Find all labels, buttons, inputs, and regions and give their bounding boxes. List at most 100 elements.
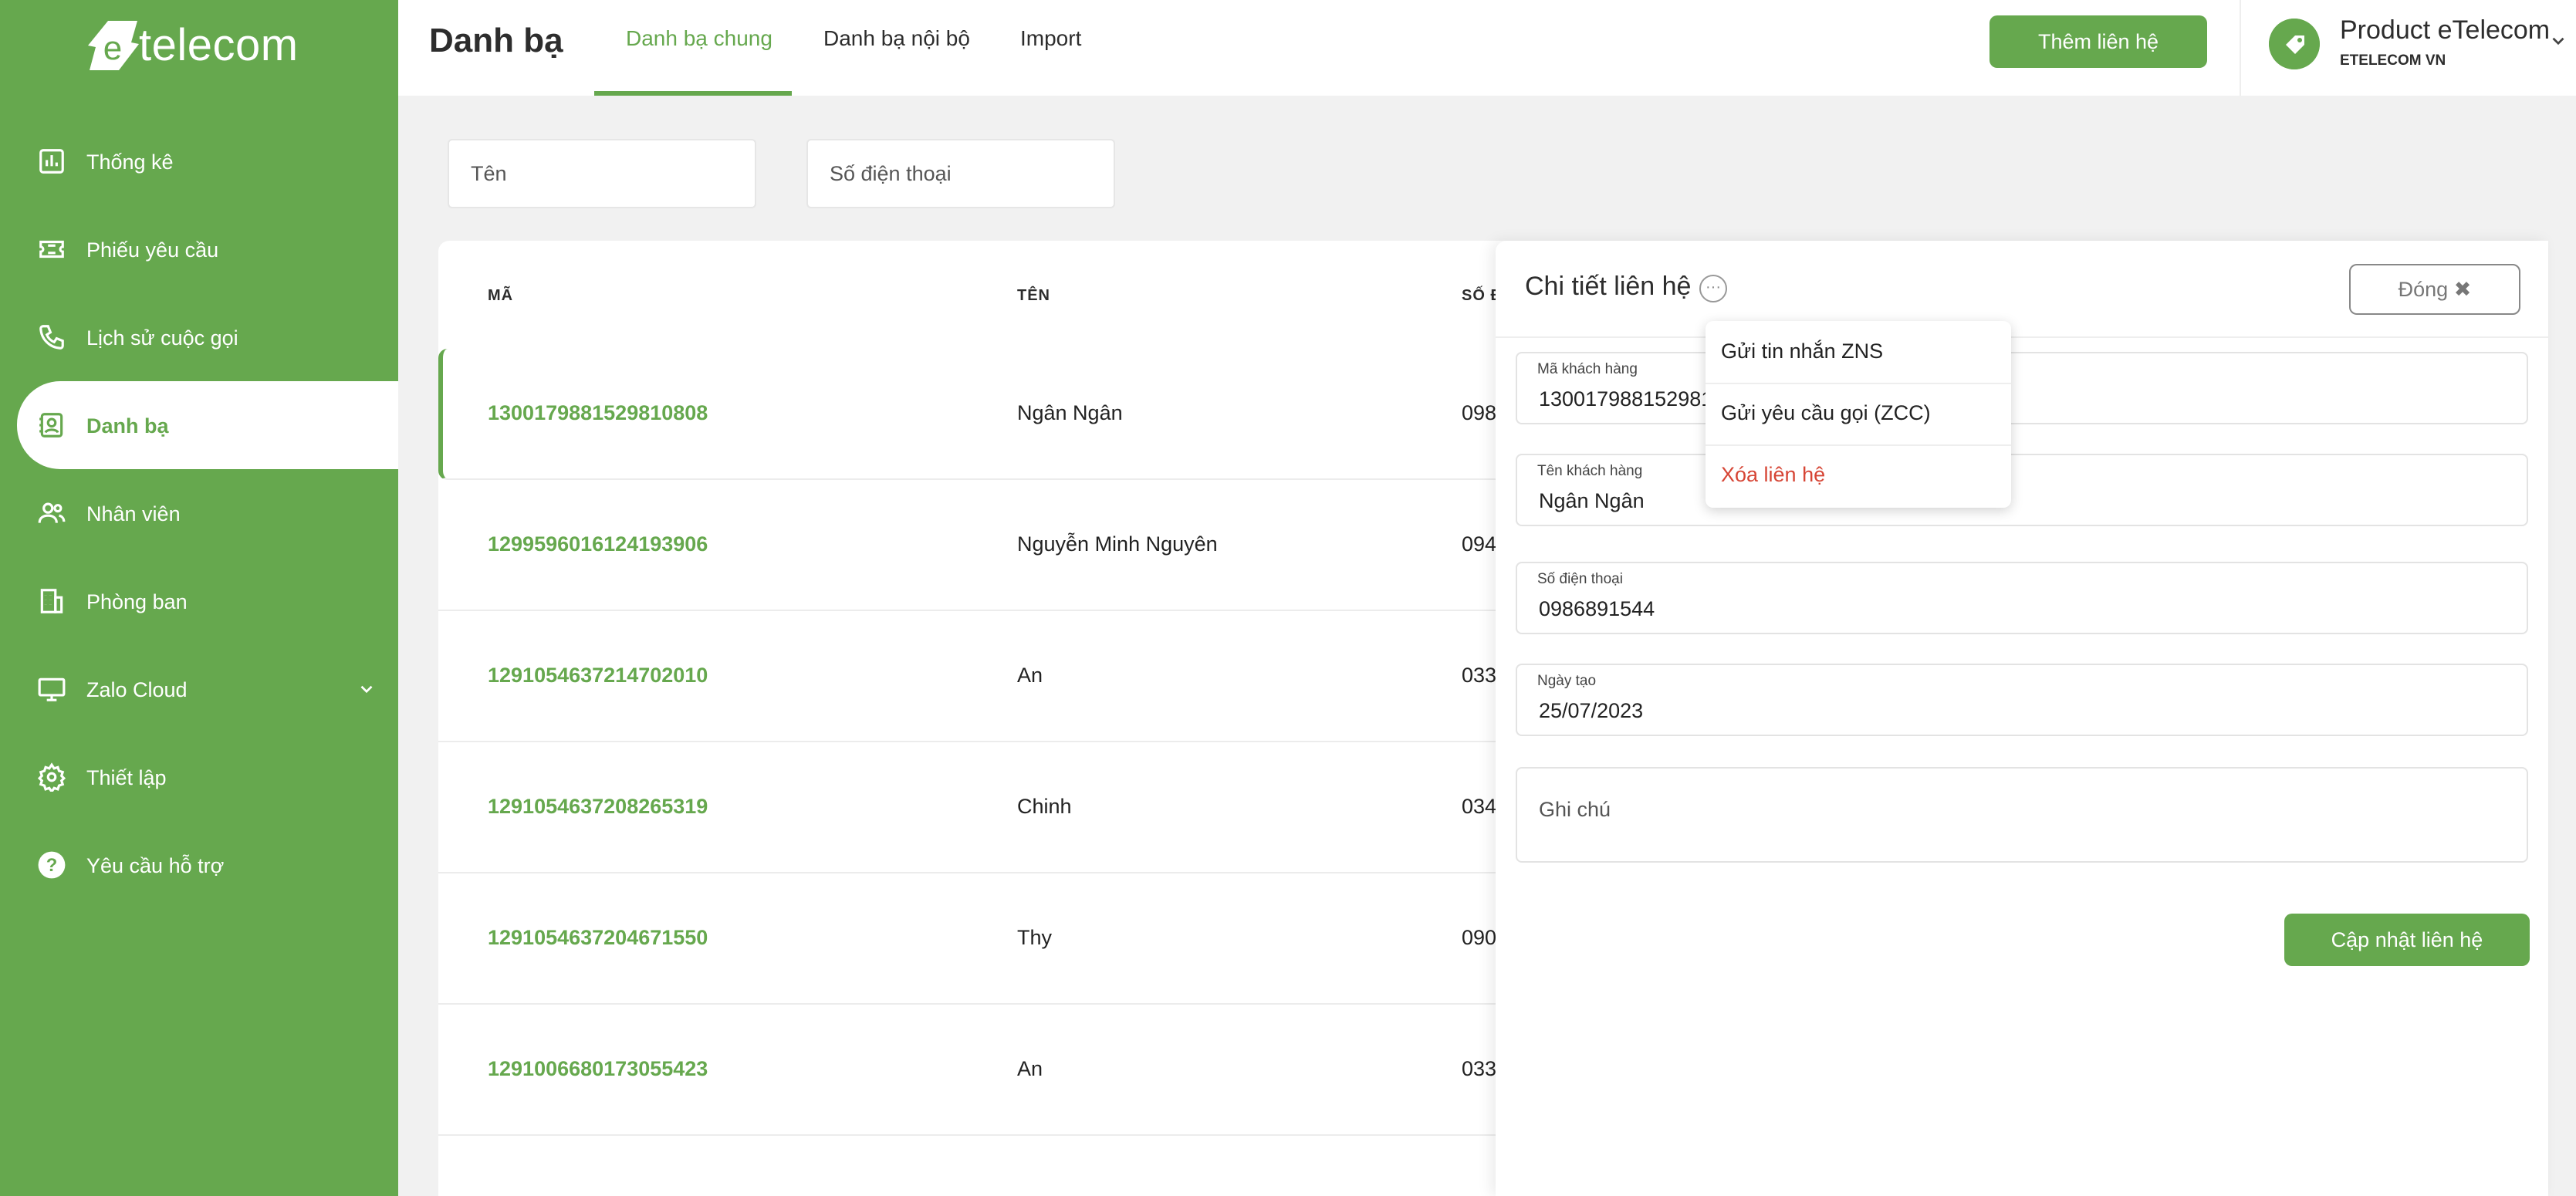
contact-phone: 098 — [1462, 401, 1497, 424]
account-menu[interactable]: Product eTelecom ETELECOM VN — [2246, 0, 2576, 96]
contact-code[interactable]: 1300179881529810808 — [488, 401, 708, 425]
column-header-code[interactable]: MÃ — [488, 287, 513, 305]
name-filter-input[interactable] — [449, 140, 755, 207]
customer-code-field[interactable]: Mã khách hàng 130017988152981 — [1516, 352, 2528, 424]
table-row[interactable]: 1291054637214702010 An 033 — [438, 611, 1533, 742]
sidebar-item-label: Thống kê — [86, 150, 174, 174]
gear-icon — [37, 762, 66, 792]
logo-text: telecom — [139, 19, 299, 70]
phone-filter — [806, 139, 1115, 208]
menu-item-send-zns[interactable]: Gửi tin nhắn ZNS — [1706, 321, 2011, 384]
menu-item-label: Gửi yêu cầu gọi (ZCC) — [1721, 401, 1931, 424]
tab-danh-ba-chung[interactable]: Danh bạ chung — [626, 26, 772, 51]
note-field[interactable]: Ghi chú — [1516, 767, 2528, 863]
close-button[interactable]: Đóng ✖ — [2349, 264, 2520, 315]
ticket-icon — [39, 240, 64, 258]
contact-name: Nguyễn Minh Nguyên — [1017, 532, 1218, 556]
sidebar-item-zalo-cloud[interactable]: Zalo Cloud — [0, 645, 398, 733]
svg-text:?: ? — [46, 855, 58, 876]
field-value: Ngân Ngân — [1539, 489, 1645, 512]
bar-chart-icon — [39, 149, 64, 174]
menu-item-send-call-request[interactable]: Gửi yêu cầu gọi (ZCC) — [1706, 383, 2011, 446]
panel-divider — [1496, 336, 2548, 338]
phone-filter-input[interactable] — [808, 140, 1114, 207]
active-tab-indicator — [594, 91, 792, 96]
update-contact-button[interactable]: Cập nhật liên hệ — [2284, 914, 2530, 966]
sidebar-item-thong-ke[interactable]: Thống kê — [0, 117, 398, 205]
menu-item-delete-contact[interactable]: Xóa liên hệ — [1706, 444, 2011, 506]
contact-code[interactable]: 1291054637208265319 — [488, 795, 708, 819]
sidebar-item-phieu-yeu-cau[interactable]: Phiếu yêu cầu — [0, 205, 398, 293]
contact-phone: 094 — [1462, 532, 1497, 556]
sidebar-item-nhan-vien[interactable]: Nhân viên — [0, 469, 398, 557]
sidebar: e telecom Thống kê Phiếu yêu cầu Lịch sử… — [0, 0, 398, 1196]
contact-name: Chinh — [1017, 795, 1072, 818]
sidebar-item-label: Phòng ban — [86, 590, 188, 613]
customer-name-field[interactable]: Tên khách hàng Ngân Ngân — [1516, 454, 2528, 526]
more-options-icon[interactable] — [1699, 275, 1727, 302]
sidebar-nav: Thống kê Phiếu yêu cầu Lịch sử cuộc gọi … — [0, 117, 398, 909]
more-options-menu: Gửi tin nhắn ZNS Gửi yêu cầu gọi (ZCC) X… — [1706, 321, 2011, 508]
contact-code[interactable]: 1291054637204671550 — [488, 926, 708, 950]
panel-title: Chi tiết liên hệ — [1525, 272, 1692, 301]
sidebar-item-label: Nhân viên — [86, 502, 181, 525]
contact-phone: 033 — [1462, 664, 1497, 687]
sidebar-item-label: Zalo Cloud — [86, 678, 188, 701]
contact-code[interactable]: 1291054637214702010 — [488, 664, 708, 688]
table-row[interactable]: 1300179881529810808 Ngân Ngân 098 — [438, 349, 1533, 480]
svg-text:e: e — [103, 29, 122, 67]
contact-detail-panel: Chi tiết liên hệ Đóng ✖ Mã khách hàng 13… — [1496, 241, 2548, 1196]
account-company: ETELECOM VN — [2340, 52, 2446, 69]
contact-phone: 090 — [1462, 926, 1497, 949]
menu-item-label: Xóa liên hệ — [1721, 463, 1826, 486]
sidebar-item-label: Danh bạ — [86, 414, 169, 438]
sidebar-item-danh-ba[interactable]: Danh bạ — [17, 381, 398, 469]
help-icon: ? — [38, 851, 66, 879]
table-row[interactable]: 1291006680173055423 An 033 — [438, 1005, 1533, 1136]
tab-danh-ba-noi-bo[interactable]: Danh bạ nội bộ — [823, 26, 970, 51]
field-label: Số điện thoại — [1537, 571, 1623, 587]
chevron-down-icon[interactable] — [2548, 31, 2568, 51]
table-row[interactable]: 1291054637204671550 Thy 090 — [438, 873, 1533, 1005]
monitor-icon — [38, 677, 66, 701]
contacts-icon — [39, 413, 63, 438]
phone-icon — [39, 325, 64, 350]
table-row[interactable]: 1299596016124193906 Nguyễn Minh Nguyên 0… — [438, 480, 1533, 611]
sidebar-item-thiet-lap[interactable]: Thiết lập — [0, 733, 398, 821]
contact-code[interactable]: 1291006680173055423 — [488, 1057, 708, 1081]
tag-icon — [2269, 19, 2320, 69]
add-contact-button[interactable]: Thêm liên hệ — [1989, 15, 2207, 68]
contact-name: An — [1017, 1057, 1043, 1080]
users-icon — [38, 502, 66, 523]
table-row[interactable]: 1291054637208265319 Chinh 034 — [438, 742, 1533, 873]
contact-phone: 034 — [1462, 795, 1497, 818]
top-header: Danh bạ Danh bạ chung Danh bạ nội bộ Imp… — [398, 0, 2576, 96]
chevron-down-icon[interactable] — [357, 679, 377, 699]
sidebar-item-label: Yêu cầu hỗ trợ — [86, 854, 225, 877]
contact-code[interactable]: 1299596016124193906 — [488, 532, 708, 556]
sidebar-item-lich-su-cuoc-goi[interactable]: Lịch sử cuộc gọi — [0, 293, 398, 381]
page-title: Danh bạ — [429, 22, 563, 59]
column-header-name[interactable]: TÊN — [1017, 287, 1050, 305]
field-label: Tên khách hàng — [1537, 463, 1643, 479]
account-name: Product eTelecom — [2340, 15, 2551, 45]
created-date-field[interactable]: Ngày tạo 25/07/2023 — [1516, 664, 2528, 736]
field-label: Mã khách hàng — [1537, 361, 1638, 377]
etelecom-logo[interactable]: e telecom — [85, 12, 299, 77]
sidebar-item-yeu-cau-ho-tro[interactable]: ? Yêu cầu hỗ trợ — [0, 821, 398, 909]
field-value: 0986891544 — [1539, 597, 1655, 620]
sidebar-item-label: Thiết lập — [86, 766, 167, 789]
contact-name: Thy — [1017, 926, 1053, 949]
building-icon — [40, 589, 63, 613]
sidebar-item-phong-ban[interactable]: Phòng ban — [0, 557, 398, 645]
tab-import[interactable]: Import — [1020, 26, 1081, 51]
contact-name: Ngân Ngân — [1017, 401, 1123, 424]
note-placeholder: Ghi chú — [1539, 798, 1611, 821]
etelecom-logo-icon: e — [88, 21, 139, 70]
field-value: 130017988152981 — [1539, 387, 1713, 410]
name-filter — [448, 139, 756, 208]
contact-name: An — [1017, 664, 1043, 687]
header-divider — [2240, 0, 2241, 96]
phone-field[interactable]: Số điện thoại 0986891544 — [1516, 562, 2528, 634]
contact-phone: 033 — [1462, 1057, 1497, 1080]
